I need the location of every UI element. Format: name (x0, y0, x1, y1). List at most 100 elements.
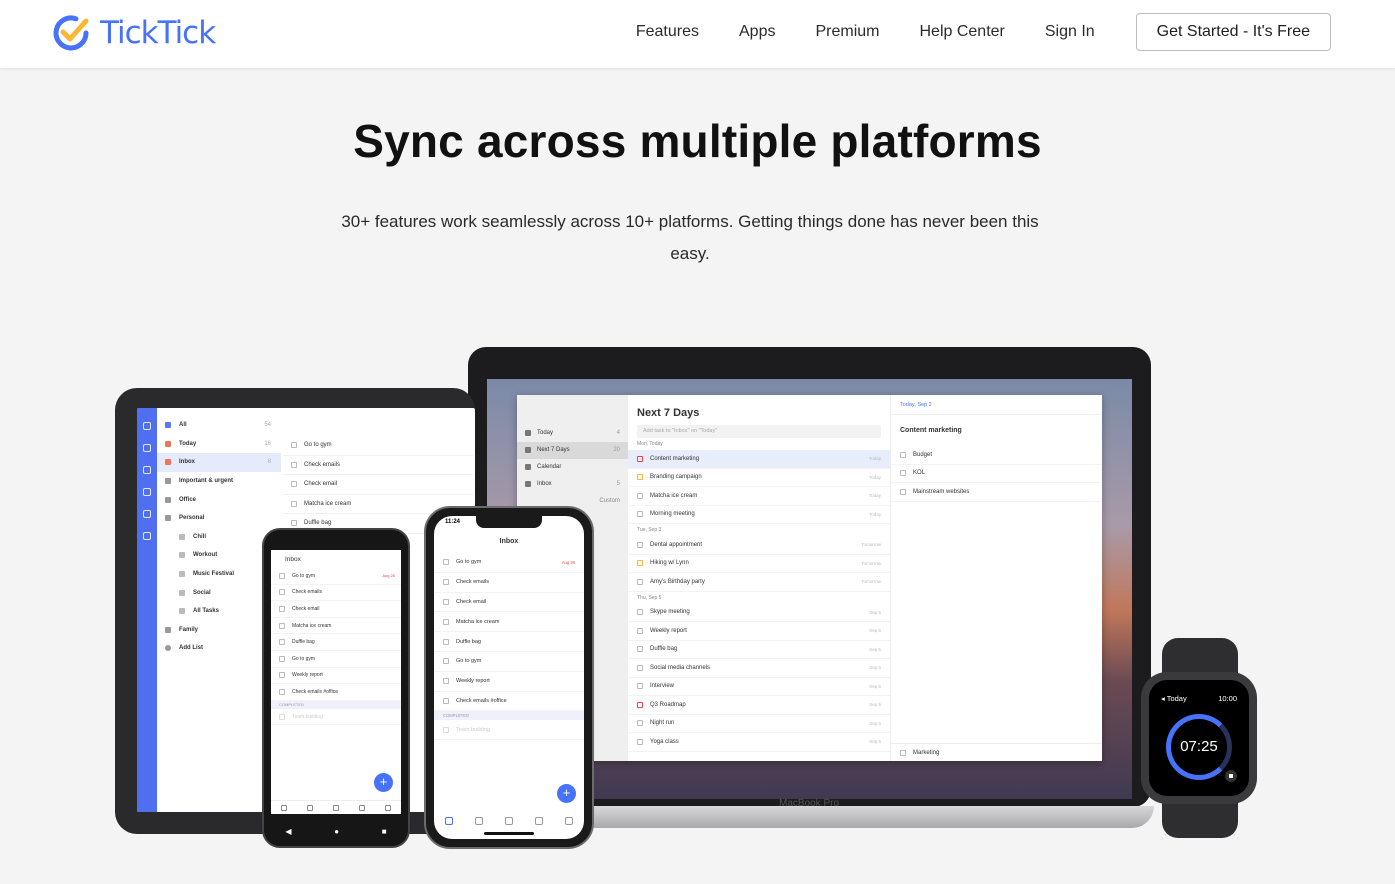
checkbox[interactable] (443, 697, 449, 704)
pomo-tab-icon[interactable] (535, 817, 543, 825)
task-row[interactable]: Check emails (434, 573, 584, 593)
checkbox[interactable] (637, 560, 643, 567)
subtask-row[interactable]: Mainstream websites (891, 483, 1102, 502)
mac-task-row[interactable]: Q3 Roadmap Sep 5 (628, 696, 890, 715)
completed-task-row[interactable]: Team building (271, 709, 401, 726)
checkbox[interactable] (900, 451, 906, 458)
task-row[interactable]: Check emails #office (434, 692, 584, 712)
nav-link-premium[interactable]: Premium (815, 23, 879, 41)
mac-sidebar-today[interactable]: Today 4 (517, 425, 628, 442)
nav-link-apps[interactable]: Apps (739, 23, 775, 41)
checkbox[interactable] (637, 627, 643, 634)
checkbox[interactable] (279, 639, 285, 646)
mac-task-row[interactable]: Social media channels Sep 5 (628, 659, 890, 678)
habit-tab-icon[interactable] (505, 817, 513, 825)
ticktick-logo[interactable]: TickTick (50, 12, 216, 54)
detail-date[interactable]: Today, Sep 2 (891, 395, 1102, 415)
tablet-sidebar-item[interactable]: Office (157, 490, 281, 509)
checkbox[interactable] (443, 559, 449, 566)
subtask-row[interactable]: Budget (891, 446, 1102, 465)
checkbox[interactable] (900, 488, 906, 495)
checkbox[interactable] (291, 520, 297, 527)
checkbox[interactable] (443, 579, 449, 586)
detail-title[interactable]: Content marketing (891, 415, 1102, 446)
task-row[interactable]: Check email (271, 601, 401, 618)
checkbox[interactable] (637, 701, 643, 708)
checkbox[interactable] (637, 664, 643, 671)
calendar-tab-icon[interactable] (475, 817, 483, 825)
checkbox[interactable] (443, 678, 449, 685)
checkbox[interactable] (443, 618, 449, 625)
detail-list-footer[interactable]: Marketing (891, 743, 1102, 761)
checkbox[interactable] (443, 658, 449, 665)
nav-link-help-center[interactable]: Help Center (919, 23, 1004, 41)
checkbox[interactable] (637, 455, 643, 462)
checkbox[interactable] (443, 638, 449, 645)
mac-task-row[interactable]: Dental appointment Tomorrow (628, 536, 890, 555)
checkbox[interactable] (291, 481, 297, 488)
checkbox[interactable] (637, 720, 643, 727)
checkbox[interactable] (279, 589, 285, 596)
mac-task-row[interactable]: Morning meeting Today (628, 506, 890, 524)
mac-task-row[interactable]: Weekly report Sep 5 (628, 622, 890, 641)
subtask-row[interactable]: KOL (891, 465, 1102, 483)
task-row[interactable]: Go to gym Aug 26 (271, 568, 401, 585)
stop-button[interactable] (1225, 770, 1237, 782)
back-icon[interactable]: ◀ (285, 827, 291, 836)
tablet-sidebar-item[interactable]: Personal (157, 509, 281, 528)
task-row[interactable]: Weekly report (271, 668, 401, 685)
tasks-tab-icon[interactable] (445, 817, 453, 825)
task-row[interactable]: Go to gym Aug 26 (434, 553, 584, 573)
mac-sidebar-calendar[interactable]: Calendar (517, 459, 628, 476)
checkbox[interactable] (637, 541, 643, 548)
checkbox[interactable] (637, 511, 643, 518)
mac-task-row[interactable]: Yoga class Sep 5 (628, 733, 890, 752)
add-task-button[interactable]: + (374, 773, 393, 792)
mac-task-row[interactable]: Interview Sep 5 (628, 678, 890, 696)
checkbox[interactable] (900, 470, 906, 477)
mac-task-row[interactable]: Skype meeting Sep 5 (628, 604, 890, 622)
checkbox[interactable] (637, 474, 643, 481)
checkbox[interactable] (637, 646, 643, 653)
task-row[interactable]: Check email (434, 593, 584, 613)
tablet-sidebar-item[interactable]: Important & urgent (157, 472, 281, 491)
checkbox[interactable] (637, 738, 643, 745)
calendar-tab-icon[interactable] (307, 804, 313, 811)
recents-icon[interactable]: ■ (382, 827, 387, 836)
tablet-sidebar-item[interactable]: Today 16 (157, 435, 281, 454)
mac-task-row[interactable]: Hiking w/ Lynn Tomorrow (628, 555, 890, 573)
checkbox[interactable] (637, 492, 643, 499)
mac-task-row[interactable]: Night run Sep 5 (628, 715, 890, 733)
mac-task-row[interactable]: Amy's Birthday party Tomorrow (628, 573, 890, 592)
checkbox[interactable] (291, 461, 297, 468)
mac-add-task-input[interactable]: Add task to "Inbox" on "Today" (637, 425, 881, 438)
checkbox[interactable] (279, 688, 285, 695)
checkbox[interactable] (279, 672, 285, 679)
tasks-tab-icon[interactable] (281, 804, 287, 811)
task-row[interactable]: Check email (283, 475, 473, 495)
task-row[interactable]: Go to gym (434, 652, 584, 672)
checkbox[interactable] (279, 655, 285, 662)
settings-tab-icon[interactable] (565, 817, 573, 825)
checkbox[interactable] (637, 609, 643, 616)
task-row[interactable]: Go to gym (271, 651, 401, 668)
nav-link-features[interactable]: Features (636, 23, 699, 41)
settings-tab-icon[interactable] (385, 804, 391, 811)
checkbox[interactable] (291, 442, 297, 449)
task-row[interactable]: Duffle bag (434, 632, 584, 652)
habit-tab-icon[interactable] (333, 804, 339, 811)
home-icon[interactable]: ● (334, 827, 339, 836)
get-started-button[interactable]: Get Started - It's Free (1135, 13, 1331, 51)
pomo-tab-icon[interactable] (359, 804, 365, 811)
task-row[interactable]: Matcha ice cream (434, 612, 584, 633)
watch-back-label[interactable]: ◂ Today (1161, 694, 1187, 703)
task-row[interactable]: Weekly report (434, 672, 584, 692)
mac-task-row[interactable]: Matcha ice cream Today (628, 487, 890, 506)
checkbox[interactable] (279, 713, 285, 720)
checkbox[interactable] (637, 683, 643, 690)
mac-task-row[interactable]: Content marketing Today (628, 450, 890, 469)
checkbox[interactable] (291, 500, 297, 507)
task-row[interactable]: Matcha ice cream (271, 618, 401, 635)
task-row[interactable]: Duffle bag (271, 634, 401, 651)
mac-task-row[interactable]: Branding campaign Today (628, 469, 890, 487)
